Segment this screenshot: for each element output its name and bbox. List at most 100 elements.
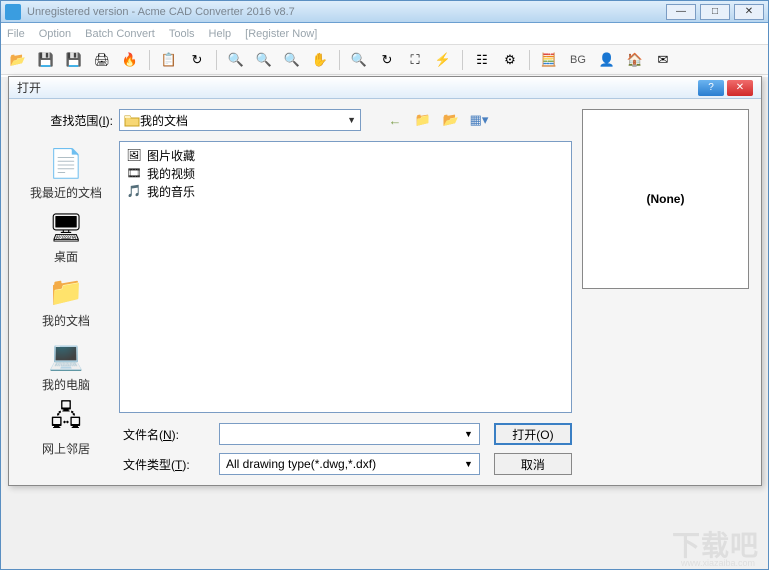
filename-arrow-icon: ▼ [464, 429, 473, 439]
filetype-combo[interactable]: All drawing type(*.dwg,*.dxf) ▼ [219, 453, 480, 475]
look-in-value: 我的文档 [140, 112, 347, 129]
dialog-help-button[interactable]: ? [698, 80, 724, 96]
desktop-icon: 🖥 [48, 209, 84, 245]
file-item-label: 我的音乐 [147, 183, 195, 200]
minimize-button[interactable]: — [666, 4, 696, 20]
dialog-nav-buttons: ← 📁 📂 ▦▾ [385, 110, 489, 130]
menubar: File Option Batch Convert Tools Help [Re… [1, 23, 768, 45]
place-recent-label: 我最近的文档 [30, 184, 102, 201]
maximize-button[interactable]: □ [700, 4, 730, 20]
filetype-label: 文件类型(T): [119, 456, 219, 473]
toolbar-zoomout-icon[interactable]: 🔍 [253, 49, 275, 71]
toolbar-magnify-icon[interactable]: 🔍 [348, 49, 370, 71]
place-network-label: 网上邻居 [42, 440, 90, 457]
toolbar-gear-icon[interactable]: ⚙ [499, 49, 521, 71]
menu-register[interactable]: [Register Now] [245, 28, 317, 40]
toolbar-copy-icon[interactable]: 📋 [158, 49, 180, 71]
look-in-label: 查找范围(I): [31, 112, 113, 129]
combo-arrow-icon: ▼ [347, 115, 356, 125]
open-button[interactable]: 打开(O) [494, 423, 572, 445]
titlebar: Unregistered version - Acme CAD Converte… [1, 1, 768, 23]
toolbar-calc-icon[interactable]: 🧮 [538, 49, 560, 71]
toolbar-sep5 [529, 50, 530, 70]
place-network[interactable]: 🖧 网上邻居 [26, 401, 106, 457]
bottom-rows: 文件名(N): ▼ 打开(O) 文件类型(T): All drawing typ… [119, 423, 572, 475]
toolbar-zoomfit-icon[interactable]: 🔍 [281, 49, 303, 71]
open-dialog: 打开 ? ✕ 查找范围(I): 我的文档 ▼ ← 📁 📂 ▦▾ [8, 76, 762, 486]
toolbar-rotate-icon[interactable]: ↻ [376, 49, 398, 71]
toolbar-bg-label[interactable]: BG [566, 54, 590, 66]
close-button[interactable]: ✕ [734, 4, 764, 20]
dialog-close-button[interactable]: ✕ [727, 80, 753, 96]
filetype-value: All drawing type(*.dwg,*.dxf) [226, 457, 464, 471]
folder-music-icon: 🎵 [126, 183, 142, 199]
network-icon: 🖧 [48, 401, 84, 437]
toolbar-save2-icon[interactable]: 💾 [63, 49, 85, 71]
place-desktop[interactable]: 🖥 桌面 [26, 209, 106, 265]
documents-icon: 📁 [48, 273, 84, 309]
folder-icon [124, 113, 140, 127]
place-computer[interactable]: 💻 我的电脑 [26, 337, 106, 393]
folder-video-icon: 🎞 [126, 165, 142, 181]
toolbar-user-icon[interactable]: 👤 [596, 49, 618, 71]
folder-pictures-icon: 🖼 [126, 147, 142, 163]
toolbar-layers-icon[interactable]: ☷ [471, 49, 493, 71]
place-documents-label: 我的文档 [42, 312, 90, 329]
nav-back-button[interactable]: ← [385, 110, 405, 130]
menu-help[interactable]: Help [209, 28, 232, 40]
recent-docs-icon: 📄 [48, 145, 84, 181]
toolbar-refresh-icon[interactable]: ↻ [186, 49, 208, 71]
toolbar-zoomin-icon[interactable]: 🔍 [225, 49, 247, 71]
nav-up-button[interactable]: 📁 [413, 110, 433, 130]
toolbar-sep1 [149, 50, 150, 70]
file-list[interactable]: 🖼 图片收藏 🎞 我的视频 🎵 我的音乐 [119, 141, 572, 413]
menu-batch-convert[interactable]: Batch Convert [85, 28, 155, 40]
window-buttons: — □ ✕ [666, 4, 764, 20]
dialog-title-buttons: ? ✕ [698, 80, 753, 96]
computer-icon: 💻 [48, 337, 84, 373]
toolbar-flame-icon[interactable]: 🔥 [119, 49, 141, 71]
filetype-row: 文件类型(T): All drawing type(*.dwg,*.dxf) ▼… [119, 453, 572, 475]
dialog-titlebar: 打开 ? ✕ [9, 77, 761, 99]
file-item-label: 图片收藏 [147, 147, 195, 164]
window-title: Unregistered version - Acme CAD Converte… [27, 6, 666, 18]
place-recent[interactable]: 📄 我最近的文档 [26, 145, 106, 201]
mid-row: 📄 我最近的文档 🖥 桌面 📁 我的文档 💻 我的电脑 [21, 141, 572, 475]
toolbar-sep4 [462, 50, 463, 70]
file-item-label: 我的视频 [147, 165, 195, 182]
toolbar-sep2 [216, 50, 217, 70]
menu-tools[interactable]: Tools [169, 28, 195, 40]
toolbar-fullscreen-icon[interactable]: ⛶ [404, 49, 426, 71]
list-item[interactable]: 🖼 图片收藏 [124, 146, 567, 164]
list-item[interactable]: 🎞 我的视频 [124, 164, 567, 182]
preview-pane: (None) [582, 109, 749, 289]
toolbar-zoomreset-icon[interactable]: ✋ [309, 49, 331, 71]
cancel-button[interactable]: 取消 [494, 453, 572, 475]
filename-row: 文件名(N): ▼ 打开(O) [119, 423, 572, 445]
places-bar: 📄 我最近的文档 🖥 桌面 📁 我的文档 💻 我的电脑 [21, 141, 111, 475]
toolbar-open-icon[interactable]: 📂 [7, 49, 29, 71]
toolbar-print-icon[interactable]: 🖨 [91, 49, 113, 71]
app-icon [5, 4, 21, 20]
toolbar-flash-icon[interactable]: ⚡ [432, 49, 454, 71]
place-computer-label: 我的电脑 [42, 376, 90, 393]
toolbar-sep3 [339, 50, 340, 70]
toolbar: 📂 💾 💾 🖨 🔥 📋 ↻ 🔍 🔍 🔍 ✋ 🔍 ↻ ⛶ ⚡ ☷ ⚙ 🧮 BG 👤… [1, 45, 768, 75]
nav-viewmenu-button[interactable]: ▦▾ [469, 110, 489, 130]
look-in-row: 查找范围(I): 我的文档 ▼ ← 📁 📂 ▦▾ [21, 109, 572, 131]
toolbar-mail-icon[interactable]: ✉ [652, 49, 674, 71]
look-in-combo[interactable]: 我的文档 ▼ [119, 109, 361, 131]
toolbar-home-icon[interactable]: 🏠 [624, 49, 646, 71]
menu-file[interactable]: File [7, 28, 25, 40]
toolbar-save-icon[interactable]: 💾 [35, 49, 57, 71]
place-desktop-label: 桌面 [54, 248, 78, 265]
dialog-left-column: 查找范围(I): 我的文档 ▼ ← 📁 📂 ▦▾ 📄 我最近的 [21, 109, 572, 475]
preview-text: (None) [646, 192, 684, 206]
filetype-arrow-icon: ▼ [464, 459, 473, 469]
nav-newfolder-button[interactable]: 📂 [441, 110, 461, 130]
place-documents[interactable]: 📁 我的文档 [26, 273, 106, 329]
menu-option[interactable]: Option [39, 28, 71, 40]
list-item[interactable]: 🎵 我的音乐 [124, 182, 567, 200]
filename-label: 文件名(N): [119, 426, 219, 443]
filename-input[interactable]: ▼ [219, 423, 480, 445]
